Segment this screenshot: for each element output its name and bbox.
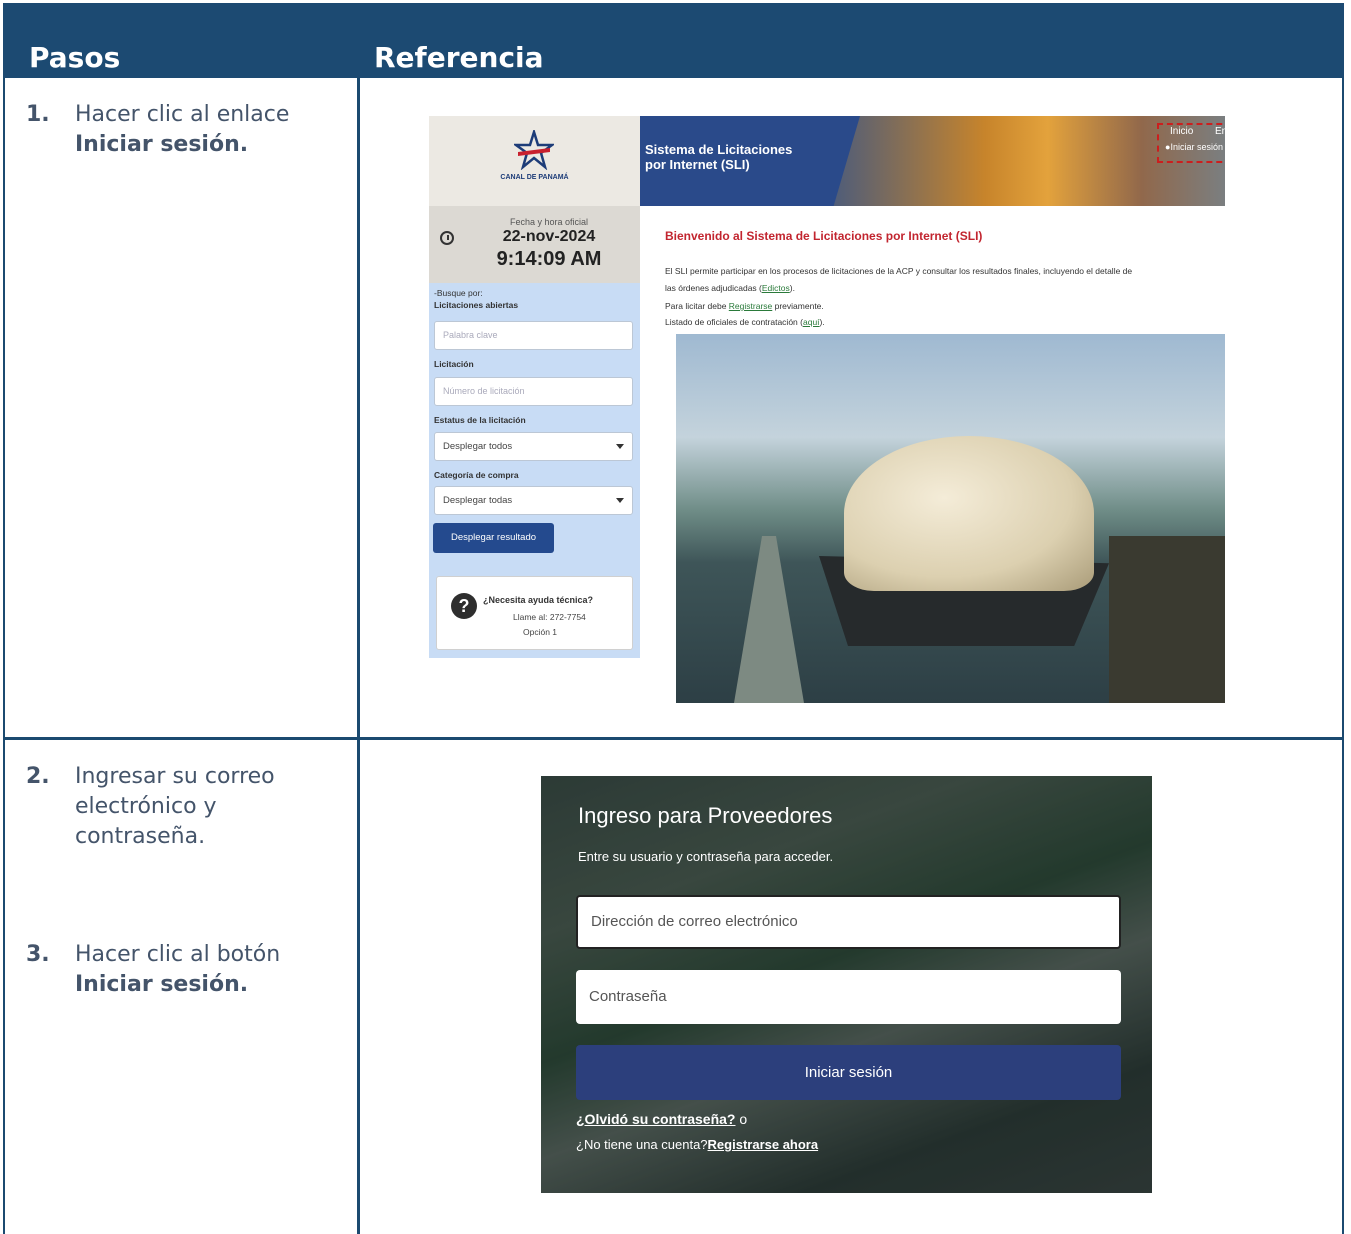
iniciar-sesion-button[interactable]: Iniciar sesión xyxy=(576,1045,1121,1100)
help-option: Opción 1 xyxy=(523,627,558,637)
forgot-password-link[interactable]: ¿Olvidó su contraseña? xyxy=(576,1111,735,1127)
help-phone: Llame al: 272-7754 xyxy=(513,612,586,622)
numero-licitacion-input[interactable]: Número de licitación xyxy=(434,377,633,406)
photo-lock-wall xyxy=(1109,536,1225,703)
registrarse-link[interactable]: Registrarse xyxy=(729,301,772,311)
step-text: Ingresar su correo electrónico y contras… xyxy=(75,762,275,852)
intro-text: Listado de oficiales de contratación ( xyxy=(665,317,803,327)
fecha-label: Fecha y hora oficial xyxy=(509,217,589,227)
sli-home-screenshot: CANAL DE PANAMÁ Sistema de Licitaciones … xyxy=(429,116,1225,703)
canal-logo-icon xyxy=(514,130,554,170)
login-screenshot: Ingreso para Proveedores Entre su usuari… xyxy=(541,776,1152,1193)
intro-text: ). xyxy=(819,317,825,327)
intro-text: previamente. xyxy=(772,301,824,311)
step-line: Hacer clic al enlace xyxy=(75,102,290,127)
lic-abiertas-label: Licitaciones abiertas xyxy=(434,300,519,310)
categoria-value: Desplegar todas xyxy=(443,495,513,506)
header-referencia: Referencia xyxy=(374,41,544,74)
step-line: Hacer clic al botón xyxy=(75,942,281,967)
step-number: 2. xyxy=(26,764,50,789)
categoria-label: Categoría de compra xyxy=(434,470,519,480)
intro-line: las órdenes adjudicadas (Edictos). xyxy=(665,283,795,293)
palabra-clave-input[interactable]: Palabra clave xyxy=(434,321,633,350)
banner-title: Sistema de Licitaciones por Internet (SL… xyxy=(645,142,793,172)
intro-text: Para licitar debe xyxy=(665,301,729,311)
busque-label: -Busque por: xyxy=(434,288,483,298)
step-text: Hacer clic al enlace Iniciar sesión. xyxy=(75,100,289,160)
step-number: 1. xyxy=(26,102,50,127)
welcome-heading: Bienvenido al Sistema de Licitaciones po… xyxy=(665,229,983,243)
estatus-value: Desplegar todos xyxy=(443,441,513,452)
register-row: ¿No tiene una cuenta?Registrarse ahora xyxy=(576,1137,818,1152)
intro-line: El SLI permite participar en los proceso… xyxy=(665,266,1133,276)
step-line-bold: Iniciar sesión. xyxy=(75,132,249,157)
categoria-select[interactable]: Desplegar todas xyxy=(434,486,633,515)
no-account-text: ¿No tiene una cuenta? xyxy=(576,1137,708,1152)
step-number: 3. xyxy=(26,942,50,967)
clock-icon xyxy=(440,231,454,245)
highlight-box xyxy=(1157,123,1225,163)
register-link[interactable]: Registrarse ahora xyxy=(708,1137,819,1152)
step-line: electrónico y xyxy=(75,794,217,819)
step-line: Ingresar su correo xyxy=(75,764,275,789)
intro-text: ). xyxy=(789,283,795,293)
forgot-row: ¿Olvidó su contraseña? o xyxy=(576,1111,747,1127)
login-subtitle: Entre su usuario y contraseña para acced… xyxy=(578,849,834,864)
logo-area: CANAL DE PANAMÁ xyxy=(429,116,640,206)
logo-text: CANAL DE PANAMÁ xyxy=(500,174,569,181)
header-pasos: Pasos xyxy=(29,41,121,74)
aqui-link[interactable]: aquí xyxy=(803,317,820,327)
desplegar-resultado-button[interactable]: Desplegar resultado xyxy=(433,523,554,553)
table-header: Pasos Referencia xyxy=(3,3,1344,78)
help-title: ¿Necesita ayuda técnica? xyxy=(483,595,594,605)
login-title: Ingreso para Proveedores xyxy=(578,803,833,828)
password-field[interactable]: Contraseña xyxy=(576,970,1121,1024)
fecha-value: 22-nov-2024 xyxy=(502,228,596,245)
step-line: contraseña. xyxy=(75,824,206,849)
licitacion-label: Licitación xyxy=(434,359,474,369)
row-divider xyxy=(3,737,1344,740)
caret-down-icon xyxy=(616,498,624,503)
photo-tank xyxy=(844,436,1094,591)
step-text: Hacer clic al botón Iniciar sesión. xyxy=(75,940,280,1000)
intro-text: las órdenes adjudicadas ( xyxy=(665,283,762,293)
question-icon: ? xyxy=(451,593,477,619)
email-field[interactable]: Dirección de correo electrónico xyxy=(576,895,1121,949)
estatus-label: Estatus de la licitación xyxy=(434,415,526,425)
edictos-link[interactable]: Edictos xyxy=(762,283,790,293)
hora-value: 9:14:09 AM xyxy=(496,248,602,270)
caret-down-icon xyxy=(616,444,624,449)
column-divider xyxy=(357,78,360,1234)
intro-line: Para licitar debe Registrarse previament… xyxy=(665,301,824,311)
estatus-select[interactable]: Desplegar todos xyxy=(434,432,633,461)
intro-line: Listado de oficiales de contratación (aq… xyxy=(665,317,825,327)
step-line-bold: Iniciar sesión. xyxy=(75,972,249,997)
forgot-suffix: o xyxy=(735,1111,748,1127)
